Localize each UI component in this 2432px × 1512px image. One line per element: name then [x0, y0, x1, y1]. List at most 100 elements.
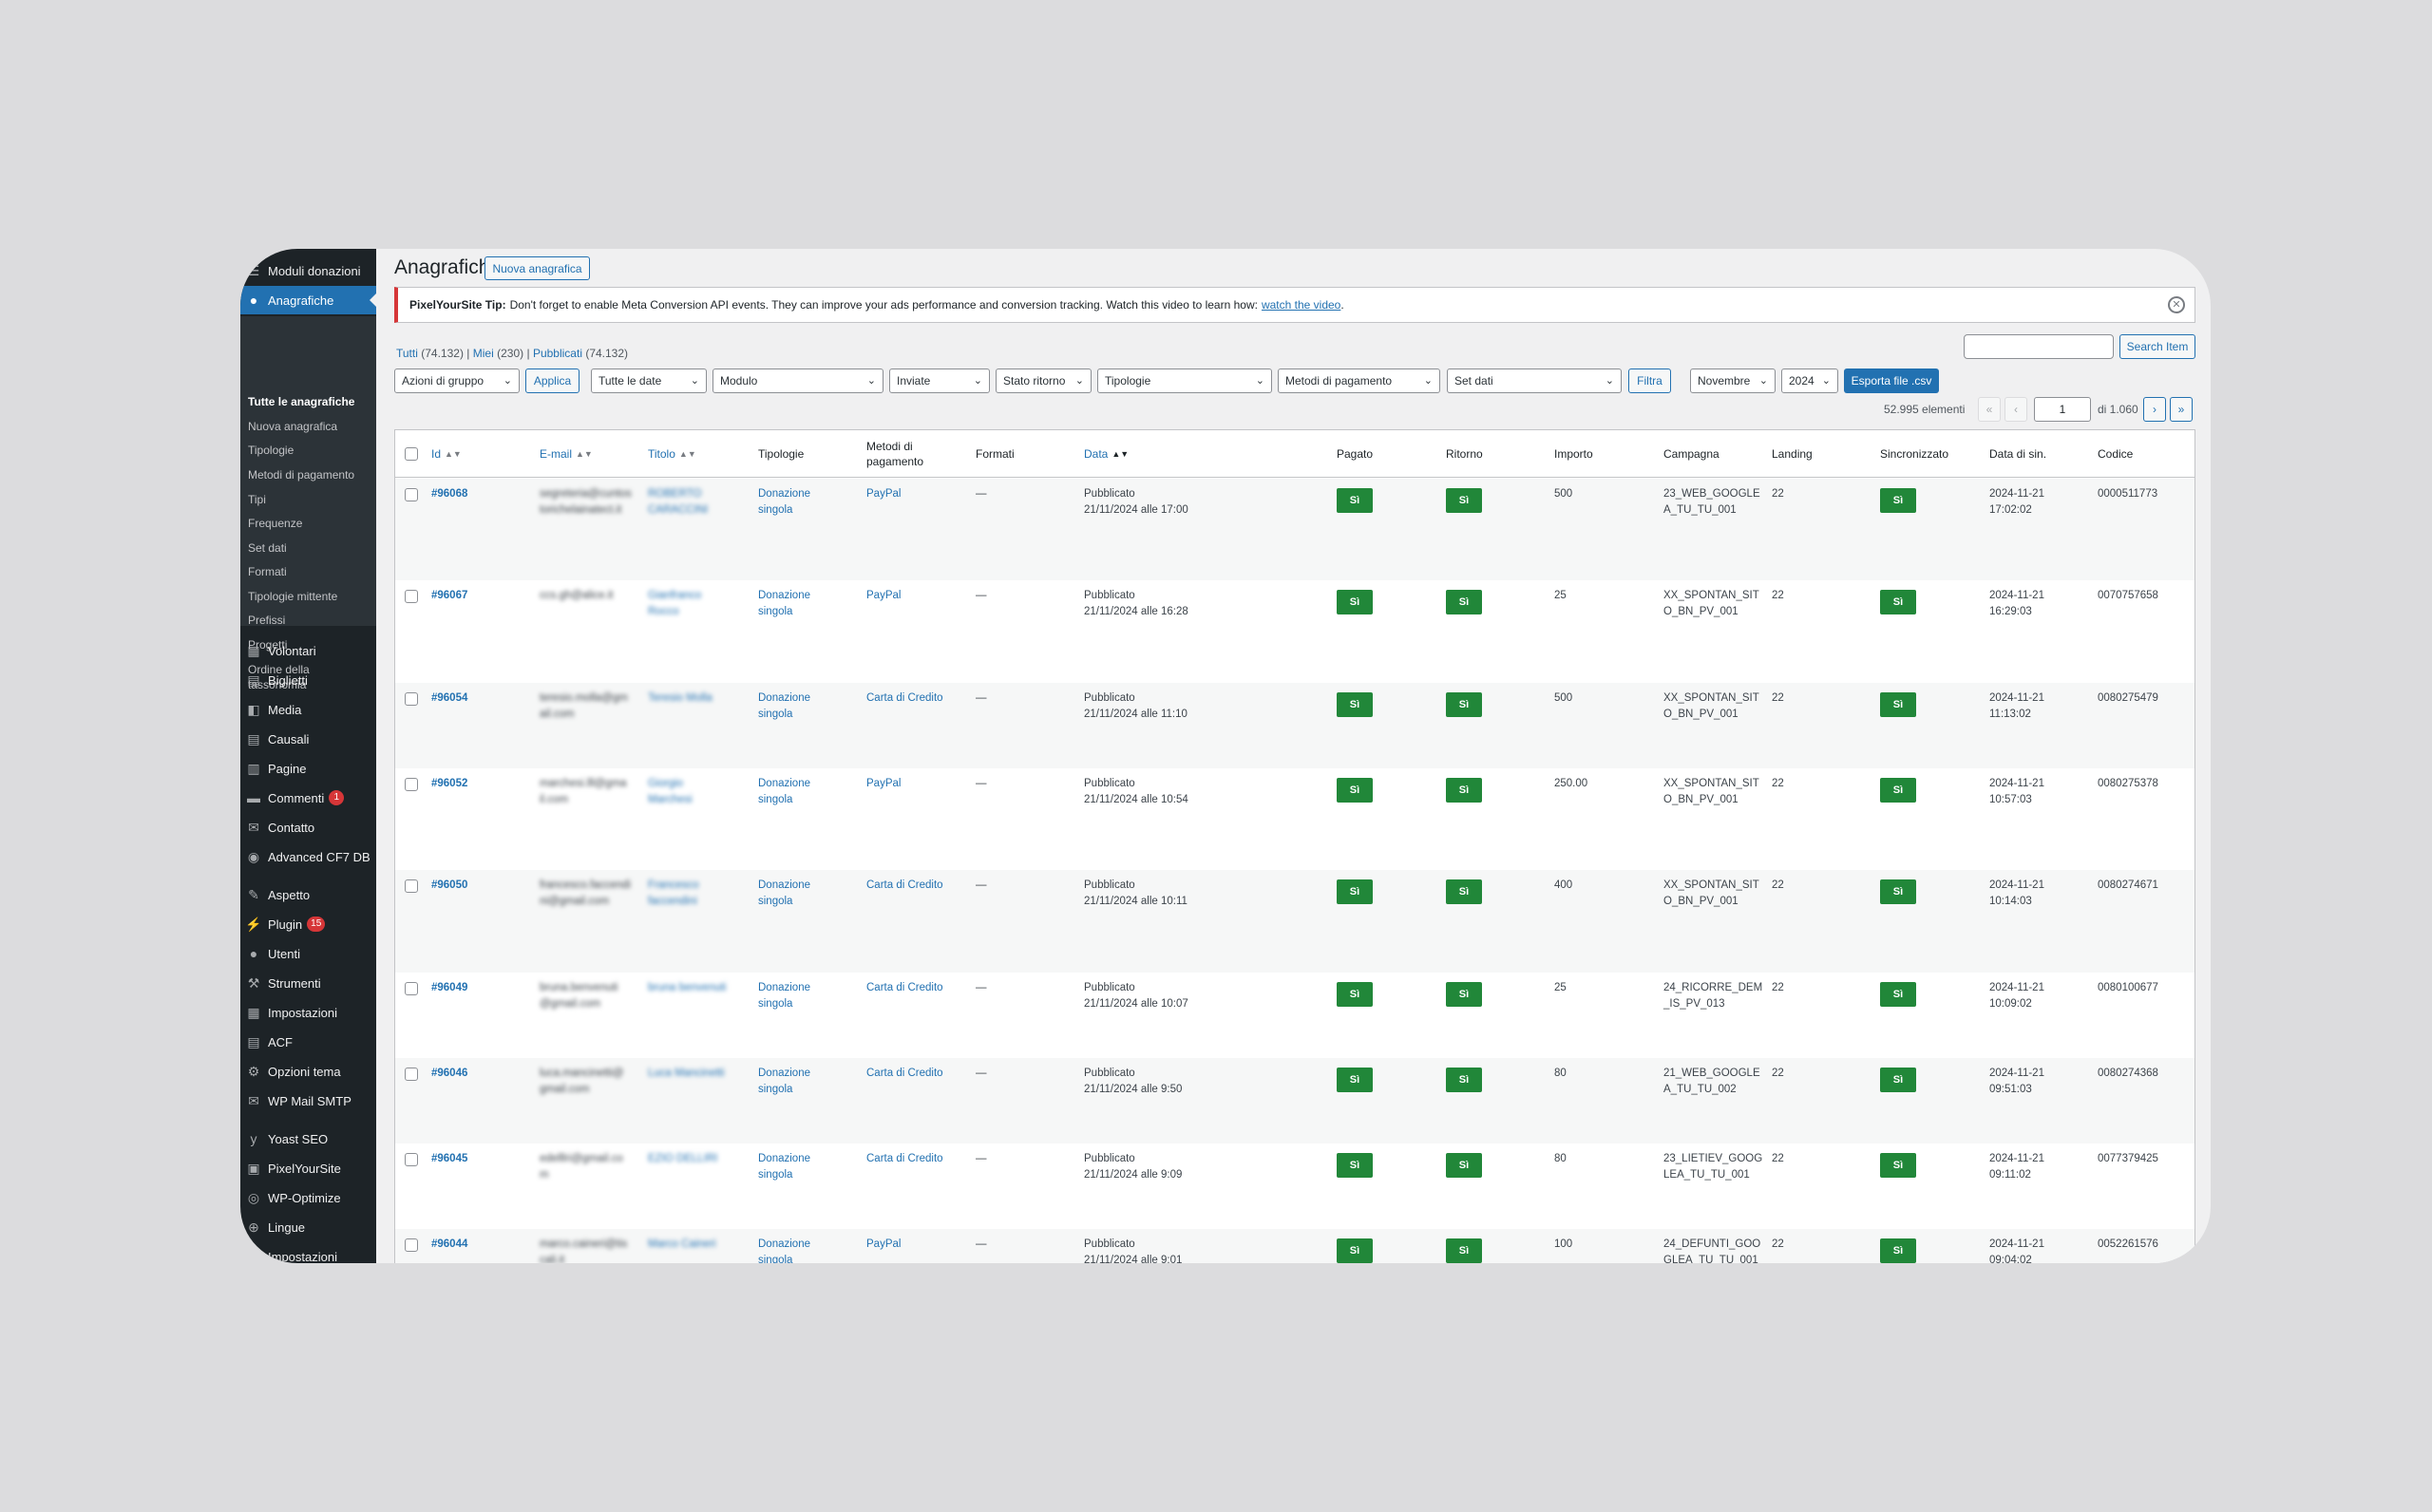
types-cell[interactable]: Donazione singola [758, 878, 810, 910]
select-all-checkbox[interactable] [405, 447, 418, 461]
row-checkbox[interactable] [405, 879, 418, 893]
sidebar-item-plugin[interactable]: ⚡ Plugin 15 [240, 910, 376, 938]
submenu-prefissi[interactable]: Prefissi [248, 613, 285, 628]
types-cell[interactable]: Donazione singola [758, 980, 810, 1012]
search-button[interactable]: Search Item [2119, 334, 2195, 359]
return-status-select[interactable]: Stato ritorno ⌄ [996, 369, 1092, 393]
row-checkbox[interactable] [405, 778, 418, 791]
payment-method-cell[interactable]: PayPal [866, 776, 901, 792]
bulk-actions-select[interactable]: Azioni di gruppo ⌄ [394, 369, 520, 393]
row-checkbox[interactable] [405, 1153, 418, 1166]
sidebar-item-yoast-seo[interactable]: y Yoast SEO [240, 1125, 376, 1153]
title-cell[interactable]: Teresio Molla [648, 690, 712, 707]
sidebar-item-causali[interactable]: ▤ Causali [240, 725, 376, 753]
row-checkbox[interactable] [405, 1068, 418, 1081]
row-checkbox[interactable] [405, 692, 418, 706]
search-input[interactable] [1964, 334, 2114, 359]
title-cell[interactable]: ROBERTO CARACCINI [648, 486, 708, 519]
payment-methods-select[interactable]: Metodi di pagamento ⌄ [1278, 369, 1440, 393]
types-cell[interactable]: Donazione singola [758, 690, 810, 723]
types-cell[interactable]: Donazione singola [758, 1237, 810, 1263]
record-id-link[interactable]: #96049 [431, 980, 467, 996]
sidebar-item-moduli-donazioni[interactable]: ☰ Moduli donazioni [240, 256, 376, 285]
close-icon[interactable]: ✕ [2168, 296, 2185, 313]
submenu-formati[interactable]: Formati [248, 564, 287, 579]
sidebar-item-media[interactable]: ◧ Media [240, 695, 376, 724]
sidebar-item-wp-mail-smtp[interactable]: ✉ WP Mail SMTP [240, 1087, 376, 1115]
title-cell[interactable]: EZIO DELLIRI [648, 1151, 718, 1167]
submenu-tipologie-mittente[interactable]: Tipologie mittente [248, 589, 337, 604]
sidebar-item-anagrafiche[interactable]: ● Anagrafiche [240, 286, 376, 314]
sidebar-item-aspetto[interactable]: ✎ Aspetto [240, 880, 376, 909]
record-id-link[interactable]: #96045 [431, 1151, 467, 1167]
sidebar-item-strumenti[interactable]: ⚒ Strumenti [240, 969, 376, 997]
payment-method-cell[interactable]: Carta di Credito [866, 1066, 943, 1082]
sidebar-item-pixelyoursite[interactable]: ▣ PixelYourSite [240, 1154, 376, 1182]
view-all-link[interactable]: Tutti [396, 347, 418, 360]
apply-button[interactable]: Applica [525, 369, 580, 393]
sidebar-item-commenti[interactable]: ▬ Commenti 1 [240, 784, 376, 812]
sidebar-item-lingue[interactable]: ⊕ Lingue [240, 1213, 376, 1241]
submenu-frequenze[interactable]: Frequenze [248, 516, 302, 531]
column-email[interactable]: E-mail ▲▼ [540, 430, 593, 478]
sidebar-item-opzioni-tema[interactable]: ⚙ Opzioni tema [240, 1057, 376, 1086]
record-id-link[interactable]: #96054 [431, 690, 467, 707]
sent-select[interactable]: Inviate ⌄ [889, 369, 990, 393]
types-select[interactable]: Tipologie ⌄ [1097, 369, 1272, 393]
last-page-button[interactable]: » [2170, 397, 2193, 422]
title-cell[interactable]: Marco Caineri [648, 1237, 716, 1253]
types-cell[interactable]: Donazione singola [758, 776, 810, 808]
payment-method-cell[interactable]: Carta di Credito [866, 980, 943, 996]
title-cell[interactable]: Francesco faccendini [648, 878, 699, 910]
first-page-button[interactable]: « [1978, 397, 2001, 422]
record-id-link[interactable]: #96046 [431, 1066, 467, 1082]
export-csv-button[interactable]: Esporta file .csv [1844, 369, 1939, 393]
submenu-tipologie[interactable]: Tipologie [248, 443, 294, 458]
sidebar-item-impostazioni[interactable]: ▦ Impostazioni [240, 998, 376, 1027]
column-title[interactable]: Titolo ▲▼ [648, 430, 696, 478]
row-checkbox[interactable] [405, 488, 418, 501]
sidebar-item-biglietti[interactable]: ▤ Biglietti [240, 666, 376, 694]
payment-method-cell[interactable]: Carta di Credito [866, 690, 943, 707]
dates-select[interactable]: Tutte le date ⌄ [591, 369, 707, 393]
record-id-link[interactable]: #96068 [431, 486, 467, 502]
year-select[interactable]: 2024 ⌄ [1781, 369, 1838, 393]
column-date[interactable]: Data ▲▼ [1084, 430, 1129, 478]
sidebar-item-utenti[interactable]: ● Utenti [240, 939, 376, 968]
row-checkbox[interactable] [405, 590, 418, 603]
payment-method-cell[interactable]: Carta di Credito [866, 878, 943, 894]
types-cell[interactable]: Donazione singola [758, 588, 810, 620]
row-checkbox[interactable] [405, 982, 418, 995]
sidebar-item-acf[interactable]: ▤ ACF [240, 1028, 376, 1056]
current-page-input[interactable]: 1 [2034, 397, 2091, 422]
types-cell[interactable]: Donazione singola [758, 486, 810, 519]
sidebar-item-volontari[interactable]: ▦ Volontari [240, 636, 376, 665]
prev-page-button[interactable]: ‹ [2004, 397, 2027, 422]
record-id-link[interactable]: #96050 [431, 878, 467, 894]
sidebar-item-advanced-cf7-db[interactable]: ◉ Advanced CF7 DB [240, 842, 376, 871]
notice-video-link[interactable]: watch the video [1262, 298, 1340, 312]
sidebar-item-wp-optimize[interactable]: ◎ WP-Optimize [240, 1183, 376, 1212]
payment-method-cell[interactable]: PayPal [866, 588, 901, 604]
add-new-button[interactable]: Nuova anagrafica [484, 256, 590, 280]
sidebar-item-impostazioni-lingue[interactable]: Impostazioni [240, 1242, 376, 1264]
title-cell[interactable]: Giorgio Marchesi [648, 776, 693, 808]
dataset-select[interactable]: Set dati ⌄ [1447, 369, 1622, 393]
record-id-link[interactable]: #96067 [431, 588, 467, 604]
submenu-tutte-le-anagrafiche[interactable]: Tutte le anagrafiche [248, 394, 354, 409]
payment-method-cell[interactable]: PayPal [866, 486, 901, 502]
title-cell[interactable]: Gianfranco Rocco [648, 588, 701, 620]
next-page-button[interactable]: › [2143, 397, 2166, 422]
submenu-nuova-anagrafica[interactable]: Nuova anagrafica [248, 419, 337, 434]
title-cell[interactable]: bruna benvenuti [648, 980, 726, 996]
types-cell[interactable]: Donazione singola [758, 1066, 810, 1098]
title-cell[interactable]: Luca Mancinetti [648, 1066, 725, 1082]
submenu-metodi-di-pagamento[interactable]: Metodi di pagamento [248, 467, 354, 482]
sidebar-item-pagine[interactable]: ▥ Pagine [240, 754, 376, 783]
payment-method-cell[interactable]: PayPal [866, 1237, 901, 1253]
sidebar-item-contatto[interactable]: ✉ Contatto [240, 813, 376, 841]
payment-method-cell[interactable]: Carta di Credito [866, 1151, 943, 1167]
submenu-tipi[interactable]: Tipi [248, 492, 266, 507]
view-published-link[interactable]: Pubblicati [533, 347, 582, 360]
view-mine-link[interactable]: Miei [473, 347, 494, 360]
